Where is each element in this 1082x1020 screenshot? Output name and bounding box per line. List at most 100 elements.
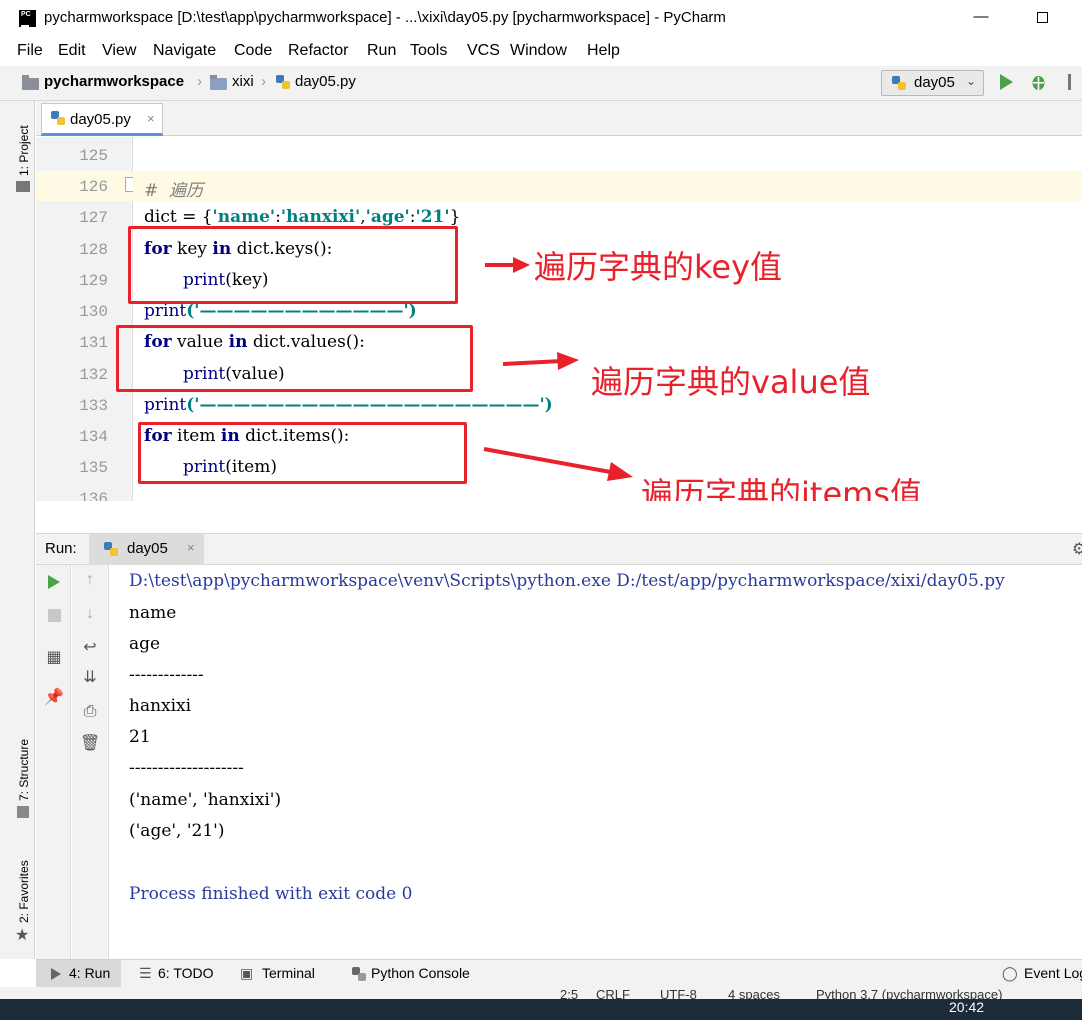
python-icon <box>104 542 118 556</box>
rerun-button[interactable] <box>48 575 60 589</box>
run-configuration-select[interactable]: day05 ⌄ <box>881 70 984 96</box>
star-icon: ★ <box>15 927 30 944</box>
close-icon[interactable]: × <box>147 111 155 126</box>
project-tool-tab[interactable]: 1: Project <box>17 125 31 176</box>
line-numbers: 125 126 127 128 129 130 131 132 133 134 … <box>36 137 133 501</box>
tab-run[interactable]: 4: Run <box>36 960 121 987</box>
breadcrumb-file[interactable]: day05.py <box>295 73 356 90</box>
code-line-130: print('————————————') <box>144 301 417 321</box>
status-cursor-position[interactable]: 2:5 <box>560 987 578 999</box>
editor-bottom-spacer <box>36 501 1082 533</box>
gear-icon[interactable]: ⚙ <box>1072 539 1082 559</box>
console-output[interactable]: D:\test\app\pycharmworkspace\venv\Script… <box>110 565 1082 959</box>
menu-refactor[interactable]: Refactor <box>288 42 348 60</box>
menu-vcs[interactable]: VCS <box>467 42 500 60</box>
arrow-up-icon[interactable]: ↑ <box>80 571 100 589</box>
breadcrumb-folder[interactable]: xixi <box>232 73 254 90</box>
menu-view[interactable]: View <box>102 42 136 60</box>
console-line: age <box>129 634 161 654</box>
menu-file[interactable]: File <box>17 42 43 60</box>
minimize-button[interactable]: — <box>966 8 996 28</box>
arrow-right-icon <box>485 257 530 273</box>
run-tab-label: day05 <box>127 540 168 557</box>
stop-button[interactable] <box>48 609 61 622</box>
line-number: 132 <box>79 366 108 384</box>
taskbar-clock[interactable]: 20:42 <box>949 999 984 1015</box>
run-panel-header: Run: day05 × ⚙ <box>36 533 1082 565</box>
status-line-ending[interactable]: CRLF <box>596 987 630 999</box>
menu-code[interactable]: Code <box>234 42 272 60</box>
print-icon[interactable]: ⎙ <box>80 703 100 721</box>
arrow-down-icon[interactable]: ↓ <box>80 605 100 623</box>
pin-icon[interactable]: 📌 <box>44 687 64 707</box>
menu-navigate[interactable]: Navigate <box>153 42 216 60</box>
arrow-right-icon <box>502 352 579 370</box>
line-number: 133 <box>79 397 108 415</box>
code-line-126: # 遍历 <box>144 181 204 201</box>
menu-bar: File Edit View Navigate Code Refactor Ru… <box>0 38 1082 66</box>
folder-icon <box>22 75 39 90</box>
status-indent[interactable]: 4 spaces <box>728 987 780 999</box>
trash-icon[interactable]: 🗑 <box>80 733 100 753</box>
python-icon <box>352 967 366 981</box>
run-tab-day05[interactable]: day05 × <box>89 534 204 565</box>
menu-edit[interactable]: Edit <box>58 42 86 60</box>
tab-label: day05.py <box>70 111 131 128</box>
more-actions-button[interactable] <box>1068 74 1071 90</box>
status-encoding[interactable]: UTF-8 <box>660 987 697 999</box>
code-line-133: print('————————————————————') <box>144 395 553 415</box>
python-file-icon <box>51 111 65 125</box>
maximize-icon <box>1036 12 1048 23</box>
menu-tools[interactable]: Tools <box>410 42 447 60</box>
menu-help[interactable]: Help <box>587 42 620 60</box>
fold-marker-icon[interactable] <box>125 177 133 192</box>
layout-icon[interactable]: ▦ <box>44 647 64 667</box>
line-number: 131 <box>79 334 108 352</box>
console-line: ('name', 'hanxixi') <box>129 790 282 810</box>
tab-event-log[interactable]: Event Log <box>1024 965 1082 981</box>
structure-icon <box>17 806 29 818</box>
tab-todo[interactable]: 6: TODO <box>158 965 214 981</box>
pycharm-logo-icon: PC <box>19 10 36 27</box>
soft-wrap-icon[interactable]: ↩ <box>80 637 100 657</box>
maximize-button[interactable] <box>1030 8 1054 28</box>
run-panel-label: Run: <box>45 540 77 557</box>
tab-terminal[interactable]: Terminal <box>262 965 315 981</box>
run-configuration-label: day05 <box>914 74 955 91</box>
python-icon <box>892 76 906 90</box>
debug-button[interactable] <box>1030 73 1047 91</box>
run-toolbar-primary: ▦ 📌 <box>36 565 71 959</box>
status-interpreter[interactable]: Python 3.7 (pycharmworkspace) <box>816 987 1002 999</box>
arrow-right-icon <box>483 447 633 481</box>
console-line: ('age', '21') <box>129 821 225 841</box>
menu-window[interactable]: Window <box>510 42 567 60</box>
line-number: 136 <box>79 490 108 501</box>
status-bar: 2:5 CRLF UTF-8 4 spaces Python 3.7 (pych… <box>0 987 1082 999</box>
scroll-to-end-icon[interactable]: ⇊ <box>80 667 100 687</box>
favorites-tool-tab[interactable]: 2: Favorites <box>17 860 31 923</box>
line-number: 130 <box>79 303 108 321</box>
play-icon <box>51 968 61 980</box>
console-line: hanxixi <box>129 696 192 716</box>
event-log-icon: ◯ <box>1002 965 1018 981</box>
run-toolbar-secondary: ↑ ↓ ↩ ⇊ ⎙ 🗑 <box>72 565 109 959</box>
line-number: 125 <box>79 147 108 165</box>
run-button[interactable] <box>1000 74 1013 90</box>
console-line: D:\test\app\pycharmworkspace\venv\Script… <box>129 571 1005 591</box>
left-tool-strip: 1: Project 7: Structure 2: Favorites ★ <box>0 101 35 959</box>
annotation-box-items <box>138 422 467 484</box>
line-number: 129 <box>79 272 108 290</box>
window-title: pycharmworkspace [D:\test\app\pycharmwor… <box>44 9 726 26</box>
tab-day05[interactable]: day05.py × <box>41 103 163 136</box>
tab-run-label: 4: Run <box>69 965 111 981</box>
annotation-box-keys <box>128 226 458 304</box>
structure-tool-tab[interactable]: 7: Structure <box>17 739 31 801</box>
menu-run[interactable]: Run <box>367 42 396 60</box>
chevron-down-icon: ⌄ <box>966 74 977 88</box>
python-file-icon <box>276 75 290 89</box>
breadcrumb-project[interactable]: pycharmworkspace <box>44 73 184 90</box>
close-icon[interactable]: × <box>187 540 195 555</box>
tab-python-console[interactable]: Python Console <box>371 965 470 981</box>
console-line: ------------- <box>129 665 204 685</box>
list-icon: ☰ <box>139 965 152 981</box>
